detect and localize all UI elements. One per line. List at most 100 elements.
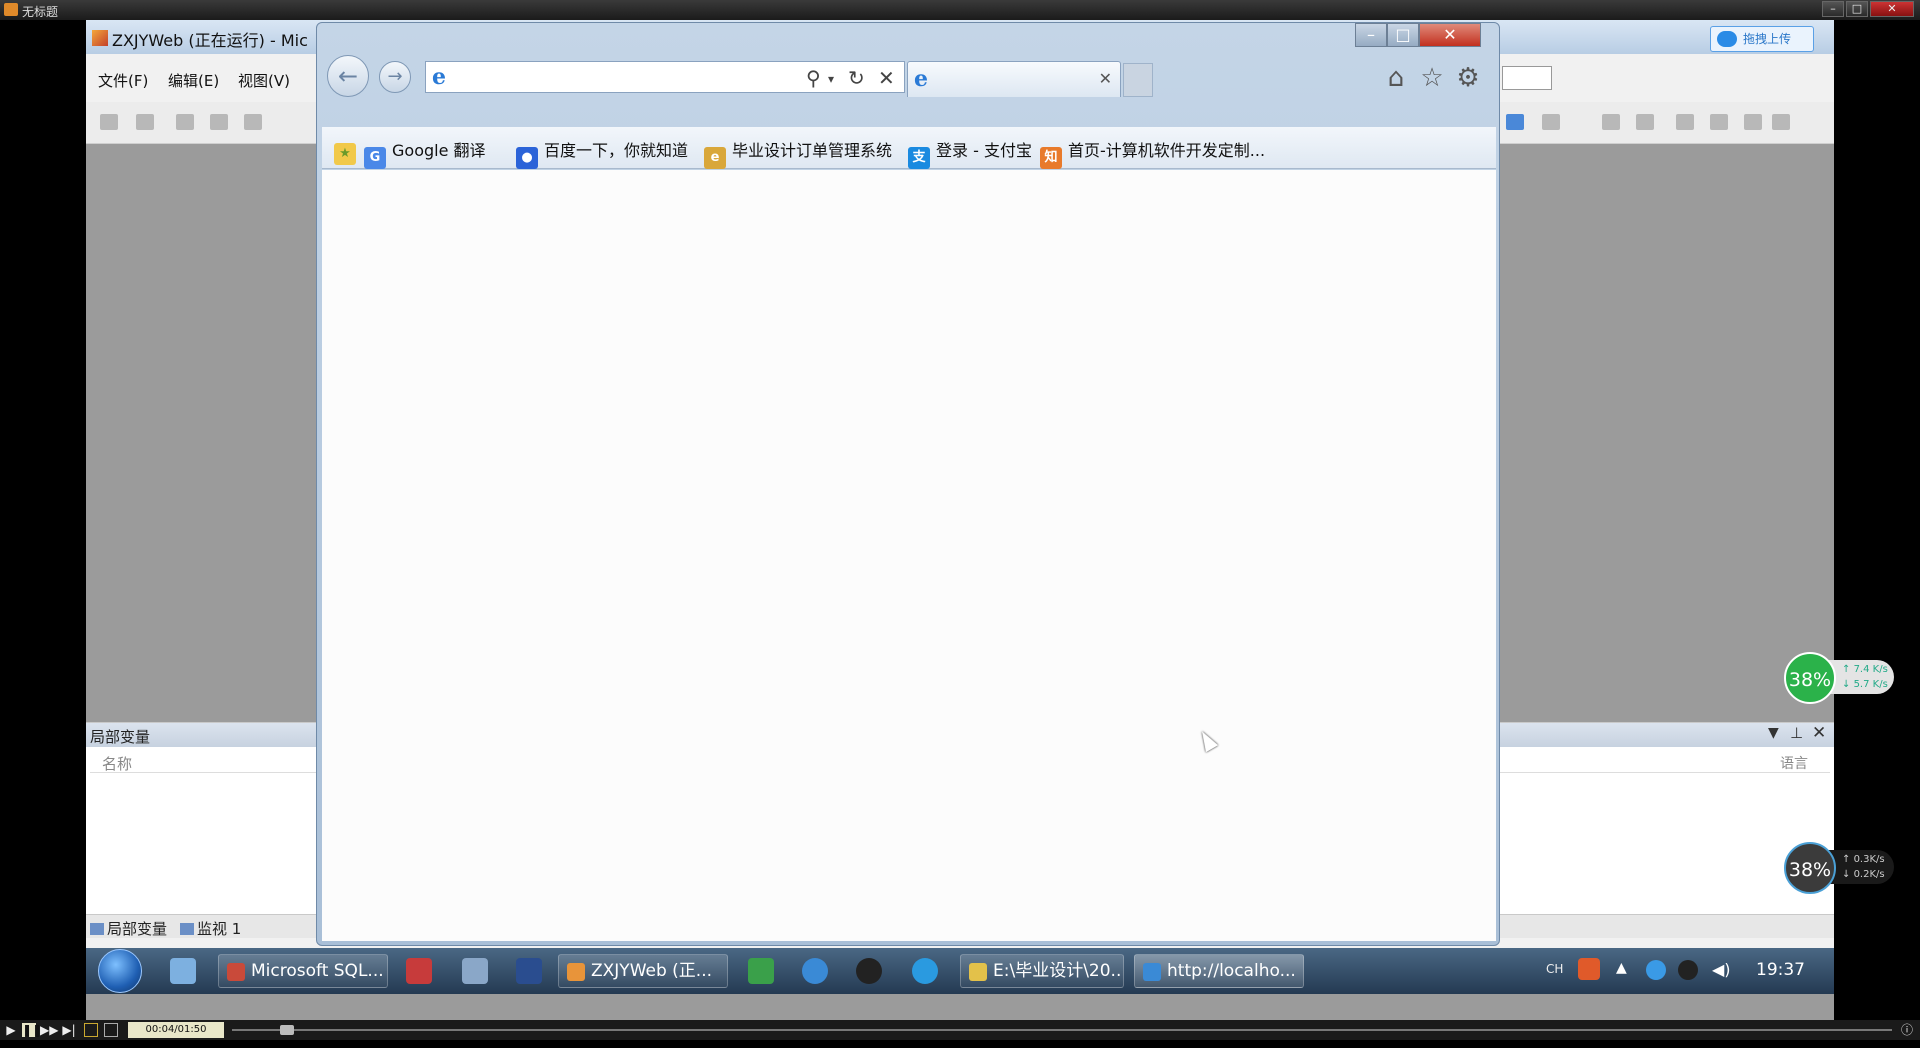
column-name[interactable]: 名称 bbox=[102, 753, 132, 774]
tab-watch[interactable]: 监视 1 bbox=[180, 918, 241, 939]
favorites-star-icon[interactable]: ☆ bbox=[1417, 63, 1447, 93]
close-button[interactable]: ✕ bbox=[1870, 1, 1914, 17]
refresh-icon[interactable]: ↻ bbox=[848, 66, 865, 90]
sogou-ime-icon[interactable] bbox=[1578, 958, 1600, 980]
menu-view[interactable]: 视图(V) bbox=[238, 70, 290, 91]
playlist-icon[interactable] bbox=[104, 1023, 118, 1037]
toolbar-icon[interactable] bbox=[1542, 114, 1560, 130]
tray-app-icon[interactable] bbox=[1646, 960, 1666, 980]
toolbar-icon[interactable] bbox=[176, 114, 194, 130]
fast-forward-icon[interactable]: ▶▶ bbox=[40, 1023, 58, 1037]
search-app-icon[interactable] bbox=[912, 958, 938, 984]
seek-knob[interactable] bbox=[280, 1025, 294, 1035]
taskbar-item-ie[interactable]: http://localho... bbox=[1134, 954, 1304, 988]
seek-bar[interactable] bbox=[232, 1029, 1892, 1031]
volume-icon[interactable]: ◀) bbox=[1712, 960, 1731, 979]
favorite-alipay[interactable]: 支登录 - 支付宝 bbox=[908, 137, 1032, 169]
favorite-label: 登录 - 支付宝 bbox=[936, 141, 1032, 160]
column-language[interactable]: 语言 bbox=[1780, 753, 1808, 773]
cloud-icon bbox=[1717, 31, 1737, 47]
tab-locals[interactable]: 局部变量 bbox=[90, 918, 167, 939]
upload-speed: ↑ 0.3K/s bbox=[1842, 854, 1885, 865]
toolbar-icon[interactable] bbox=[1744, 114, 1762, 130]
toolbar-icon[interactable] bbox=[244, 114, 262, 130]
pause-icon[interactable]: ❚❚ bbox=[22, 1023, 42, 1037]
favorites-star-icon[interactable]: ★ bbox=[334, 137, 362, 165]
stop-icon[interactable]: ✕ bbox=[878, 66, 895, 90]
close-icon[interactable]: ✕ bbox=[1812, 723, 1826, 743]
info-icon[interactable]: ⓘ bbox=[1900, 1023, 1914, 1037]
search-icon[interactable]: ⚲ bbox=[806, 66, 821, 90]
minimize-button[interactable]: – bbox=[1822, 1, 1844, 17]
toolbar-icon[interactable] bbox=[100, 114, 118, 130]
player-logo-icon bbox=[4, 3, 18, 16]
toolbar-icon[interactable] bbox=[1602, 114, 1620, 130]
drag-upload-button[interactable]: 拖拽上传 bbox=[1710, 26, 1814, 52]
maximize-button[interactable]: □ bbox=[1846, 1, 1868, 17]
ie-maximize-button[interactable]: □ bbox=[1387, 23, 1419, 47]
home-icon[interactable]: ⌂ bbox=[1381, 63, 1411, 93]
gear-icon[interactable]: ⚙ bbox=[1453, 63, 1483, 93]
taskbar-item-vs[interactable]: ZXJYWeb (正... bbox=[558, 954, 728, 988]
toolbar-icon[interactable] bbox=[1506, 114, 1524, 130]
pinned-app-icon[interactable] bbox=[462, 958, 488, 984]
vs-icon bbox=[567, 963, 585, 981]
watch-icon bbox=[180, 923, 194, 935]
close-tab-icon[interactable]: ✕ bbox=[1099, 69, 1112, 88]
pin-icon[interactable]: ⊥ bbox=[1790, 724, 1803, 742]
play-icon[interactable]: ▶ bbox=[4, 1023, 18, 1037]
ie-close-button[interactable]: ✕ bbox=[1419, 23, 1481, 47]
favorite-baidu[interactable]: ● 百度一下，你就知道 bbox=[516, 137, 688, 169]
language-indicator[interactable]: CH bbox=[1546, 962, 1563, 976]
next-icon[interactable]: ▶| bbox=[62, 1023, 76, 1037]
favorite-google-translate[interactable]: G Google 翻译 bbox=[364, 137, 486, 169]
forward-button[interactable]: → bbox=[379, 61, 411, 93]
start-button[interactable] bbox=[98, 949, 142, 993]
favorites-bar: ★ G Google 翻译 ● 百度一下，你就知道 e 毕业设计订单管理系统 支登录 … bbox=[322, 127, 1496, 169]
playback-time: 00:04/01:50 bbox=[128, 1022, 224, 1038]
taskbar-item-sql[interactable]: Microsoft SQL... bbox=[218, 954, 388, 988]
dropdown-icon[interactable]: ▾ bbox=[828, 72, 834, 86]
browser-icon[interactable] bbox=[802, 958, 828, 984]
toolbar-icon[interactable] bbox=[1772, 114, 1790, 130]
tab-watch-label: 监视 1 bbox=[197, 920, 242, 938]
qq-icon[interactable] bbox=[856, 958, 882, 984]
toolbar-dropdown[interactable] bbox=[1502, 66, 1552, 90]
sql-server-icon bbox=[227, 963, 245, 981]
dropdown-icon[interactable]: ▼ bbox=[1768, 725, 1779, 741]
back-button[interactable]: ← bbox=[327, 55, 369, 97]
clock[interactable]: 19:37 bbox=[1756, 960, 1805, 980]
folder-icon bbox=[969, 963, 987, 981]
upload-speed: ↑ 7.4 K/s bbox=[1842, 664, 1888, 675]
vs-title: ZXJYWeb (正在运行) - Mic bbox=[112, 31, 308, 50]
pinned-app-icon[interactable] bbox=[170, 958, 196, 984]
photoshop-icon[interactable] bbox=[516, 958, 542, 984]
player-controls: ▶ ❚❚ ▶▶ ▶| 00:04/01:50 ⓘ bbox=[0, 1020, 1920, 1040]
toolbar-icon[interactable] bbox=[136, 114, 154, 130]
pinned-app-icon[interactable] bbox=[748, 958, 774, 984]
ie-tab[interactable]: e ✕ bbox=[907, 61, 1121, 97]
menu-file[interactable]: 文件(F) bbox=[98, 70, 148, 91]
pinned-app-icon[interactable] bbox=[406, 958, 432, 984]
upload-label: 拖拽上传 bbox=[1743, 32, 1792, 46]
qq-tray-icon[interactable] bbox=[1678, 960, 1698, 980]
ie-page-content[interactable] bbox=[322, 170, 1496, 941]
favorite-software-dev[interactable]: 知首页-计算机软件开发定制... bbox=[1040, 137, 1265, 169]
network-speed-widget-2[interactable]: ↑ 0.3K/s ↓ 0.2K/s 38% bbox=[1784, 842, 1898, 894]
fullscreen-icon[interactable] bbox=[84, 1023, 98, 1037]
address-bar[interactable]: e ⚲ ▾ ↻ ✕ bbox=[425, 61, 905, 93]
toolbar-icon[interactable] bbox=[1636, 114, 1654, 130]
toolbar-icon[interactable] bbox=[1676, 114, 1694, 130]
favorite-order-system[interactable]: e 毕业设计订单管理系统 bbox=[704, 137, 892, 169]
toolbar-icon[interactable] bbox=[210, 114, 228, 130]
taskbar-item-explorer[interactable]: E:\毕业设计\20... bbox=[960, 954, 1124, 988]
ie-page-icon: e bbox=[704, 147, 726, 169]
ie-minimize-button[interactable]: – bbox=[1355, 23, 1387, 47]
vs-app-icon bbox=[92, 30, 108, 46]
tray-expand-icon[interactable]: ▲ bbox=[1616, 960, 1627, 976]
site-icon: 知 bbox=[1040, 147, 1062, 169]
toolbar-icon[interactable] bbox=[1710, 114, 1728, 130]
menu-edit[interactable]: 编辑(E) bbox=[168, 70, 219, 91]
network-speed-widget[interactable]: ↑ 7.4 K/s ↓ 5.7 K/s 38% bbox=[1784, 652, 1898, 704]
new-tab-button[interactable] bbox=[1123, 63, 1153, 97]
